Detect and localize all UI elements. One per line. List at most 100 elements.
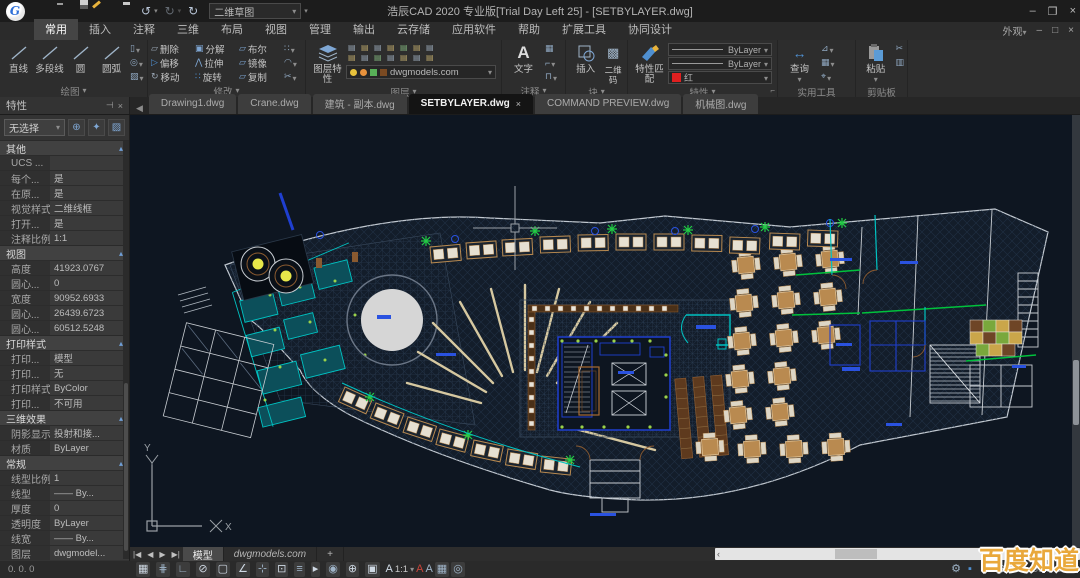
property-value[interactable]: —— By... <box>50 531 129 545</box>
auto-annotation-icon[interactable]: A <box>425 562 432 577</box>
appearance-menu[interactable]: 外观 <box>1003 23 1027 38</box>
trim-tool-icon[interactable]: ✂ <box>284 71 292 82</box>
modify-tool-button[interactable]: 拉伸 <box>195 56 237 69</box>
color-dropdown[interactable]: 红 <box>668 71 772 84</box>
property-row[interactable]: 宽度 90952.6933 <box>0 290 129 305</box>
select-objects-icon[interactable]: ✦ <box>88 119 105 136</box>
property-row[interactable]: UCS ... <box>0 155 129 170</box>
horizontal-scrollbar-thumb[interactable] <box>835 549 877 559</box>
ribbon-tab[interactable]: 插入 <box>78 19 122 40</box>
modify-tool-button[interactable]: 分解 <box>195 42 237 55</box>
ortho-mode-icon[interactable]: ∟ <box>176 562 191 577</box>
vertical-scrollbar-thumb[interactable] <box>1073 360 1079 425</box>
ribbon-tab[interactable]: 视图 <box>254 19 298 40</box>
document-tab[interactable]: COMMAND PREVIEW.dwg× <box>535 94 681 114</box>
snap-z-icon[interactable]: ∠ <box>236 562 250 577</box>
property-value[interactable]: 无 <box>50 366 129 380</box>
isodraft-icon[interactable]: ▦ <box>435 562 449 577</box>
property-row[interactable]: 打印... 无 <box>0 365 129 380</box>
layout-last-icon[interactable]: ▶| <box>169 550 183 559</box>
property-value[interactable]: 26439.6723 <box>50 306 129 320</box>
ribbon-tab[interactable]: 管理 <box>298 19 342 40</box>
ribbon-tab[interactable]: 输出 <box>342 19 386 40</box>
property-value[interactable]: 是 <box>50 216 129 230</box>
property-row[interactable]: 线型比例 1 <box>0 470 129 485</box>
property-row[interactable]: 透明度 ByLayer <box>0 515 129 530</box>
modify-tool-button[interactable]: 镜像 <box>239 56 281 69</box>
layer-dropdown[interactable]: dwgmodels.com <box>346 65 496 79</box>
insert-block-button[interactable]: 插入 <box>569 42 602 75</box>
draw-tool-button[interactable]: 圆弧 <box>96 42 127 75</box>
property-row[interactable]: 厚度 0 <box>0 500 129 515</box>
layout-prev-icon[interactable]: ◀ <box>144 550 156 559</box>
vertical-scrollbar[interactable] <box>1072 115 1080 547</box>
draw-tool-button[interactable]: 直线 <box>3 42 34 75</box>
property-value[interactable]: —— By... <box>50 486 129 500</box>
property-row[interactable]: 圆心... 60512.5248 <box>0 320 129 335</box>
property-value[interactable]: dwgmodel... <box>50 546 129 560</box>
document-tab[interactable]: 机械图.dwg× <box>683 94 758 114</box>
section-header[interactable]: 常规▴ <box>0 455 129 470</box>
property-row[interactable]: 线宽 —— By... <box>0 530 129 545</box>
document-tab[interactable]: Drawing1.dwg× <box>149 94 236 114</box>
transparency-icon[interactable]: ◉ <box>326 562 340 577</box>
pin-icon[interactable]: ⊣ <box>106 100 114 111</box>
section-header[interactable]: 视图▴ <box>0 245 129 260</box>
cloud-sync-icon[interactable]: ▪ <box>968 562 972 577</box>
modify-tool-button[interactable]: 旋转 <box>195 70 237 83</box>
layer-properties-button[interactable]: 图层特性 <box>309 42 346 85</box>
property-value[interactable]: 是 <box>50 186 129 200</box>
property-value[interactable]: 不可用 <box>50 396 129 410</box>
section-header[interactable]: 打印样式▴ <box>0 335 129 350</box>
modify-tool-button[interactable]: 布尔 <box>239 42 281 55</box>
cut-icon[interactable]: ✂ <box>895 43 903 54</box>
property-row[interactable]: 高度 41923.0767 <box>0 260 129 275</box>
property-row[interactable]: 注释比例 1:1 <box>0 230 129 245</box>
layout-tab[interactable]: dwgmodels.com <box>224 547 317 561</box>
fillet-tool-icon[interactable]: ◠ <box>284 57 292 68</box>
layout-tab[interactable]: 模型 <box>183 547 224 561</box>
ribbon-tab[interactable]: 布局 <box>210 19 254 40</box>
customize-toolbar-icon[interactable]: ▾ <box>304 7 308 15</box>
property-value[interactable]: 0 <box>50 501 129 515</box>
scroll-left-icon[interactable]: ‹ <box>717 548 720 560</box>
annotation-scale-value[interactable]: 1:1 <box>395 564 408 575</box>
scale-caret-icon[interactable] <box>410 564 414 575</box>
section-header[interactable]: 三维效果▴ <box>0 410 129 425</box>
property-row[interactable]: 圆心... 0 <box>0 275 129 290</box>
property-row[interactable]: 打印样式 ByColor <box>0 380 129 395</box>
property-row[interactable]: 视觉样式 二维线框 <box>0 200 129 215</box>
layout-next-icon[interactable]: ▶ <box>156 550 168 559</box>
property-value[interactable]: 模型 <box>50 351 129 365</box>
property-value[interactable]: 是 <box>50 171 129 185</box>
mc-icon[interactable]: ▣ <box>365 562 379 577</box>
property-row[interactable]: 圆心... 26439.6723 <box>0 305 129 320</box>
open-file-icon[interactable] <box>57 5 71 18</box>
point-style-icon[interactable]: ⌖ <box>821 71 826 82</box>
ellipse-tool-icon[interactable]: ◎ <box>130 57 138 68</box>
app-logo[interactable]: G <box>0 0 30 22</box>
object-snap-icon[interactable]: ▢ <box>216 562 230 577</box>
ribbon-tab[interactable]: 常用 <box>34 19 78 40</box>
property-value[interactable]: 90952.6933 <box>50 291 129 305</box>
drawing-canvas[interactable]: Y X <box>130 115 1072 547</box>
panel-label-draw[interactable]: 绘图 <box>60 84 79 98</box>
panel-scrollbar-thumb[interactable] <box>124 383 128 550</box>
property-value[interactable]: 1:1 <box>50 231 129 245</box>
section-header[interactable]: 其他▴ <box>0 140 129 155</box>
layout-first-icon[interactable]: |◀ <box>130 550 144 559</box>
array-tool-icon[interactable]: ∷ <box>284 43 290 54</box>
paste-button[interactable]: 粘贴 <box>859 42 892 85</box>
minimize-button[interactable]: – <box>1030 5 1036 17</box>
property-value[interactable]: ByColor <box>50 381 129 395</box>
dialog-launcher-icon[interactable]: ⌐ <box>770 86 775 95</box>
panel-scrollbar[interactable] <box>123 141 129 559</box>
polar-tracking-icon[interactable]: ⊘ <box>196 562 209 577</box>
ribbon-tab[interactable]: 三维 <box>166 19 210 40</box>
save-icon[interactable] <box>78 5 92 18</box>
dynamic-ucs-icon[interactable]: ⊡ <box>275 562 288 577</box>
lineweight-dropdown[interactable]: ByLayer <box>668 43 772 56</box>
table-tool-icon[interactable]: ▦ <box>545 43 554 54</box>
tab-scroll-left-icon[interactable]: ◀ <box>130 103 149 114</box>
property-value[interactable]: ByLayer <box>50 441 129 455</box>
